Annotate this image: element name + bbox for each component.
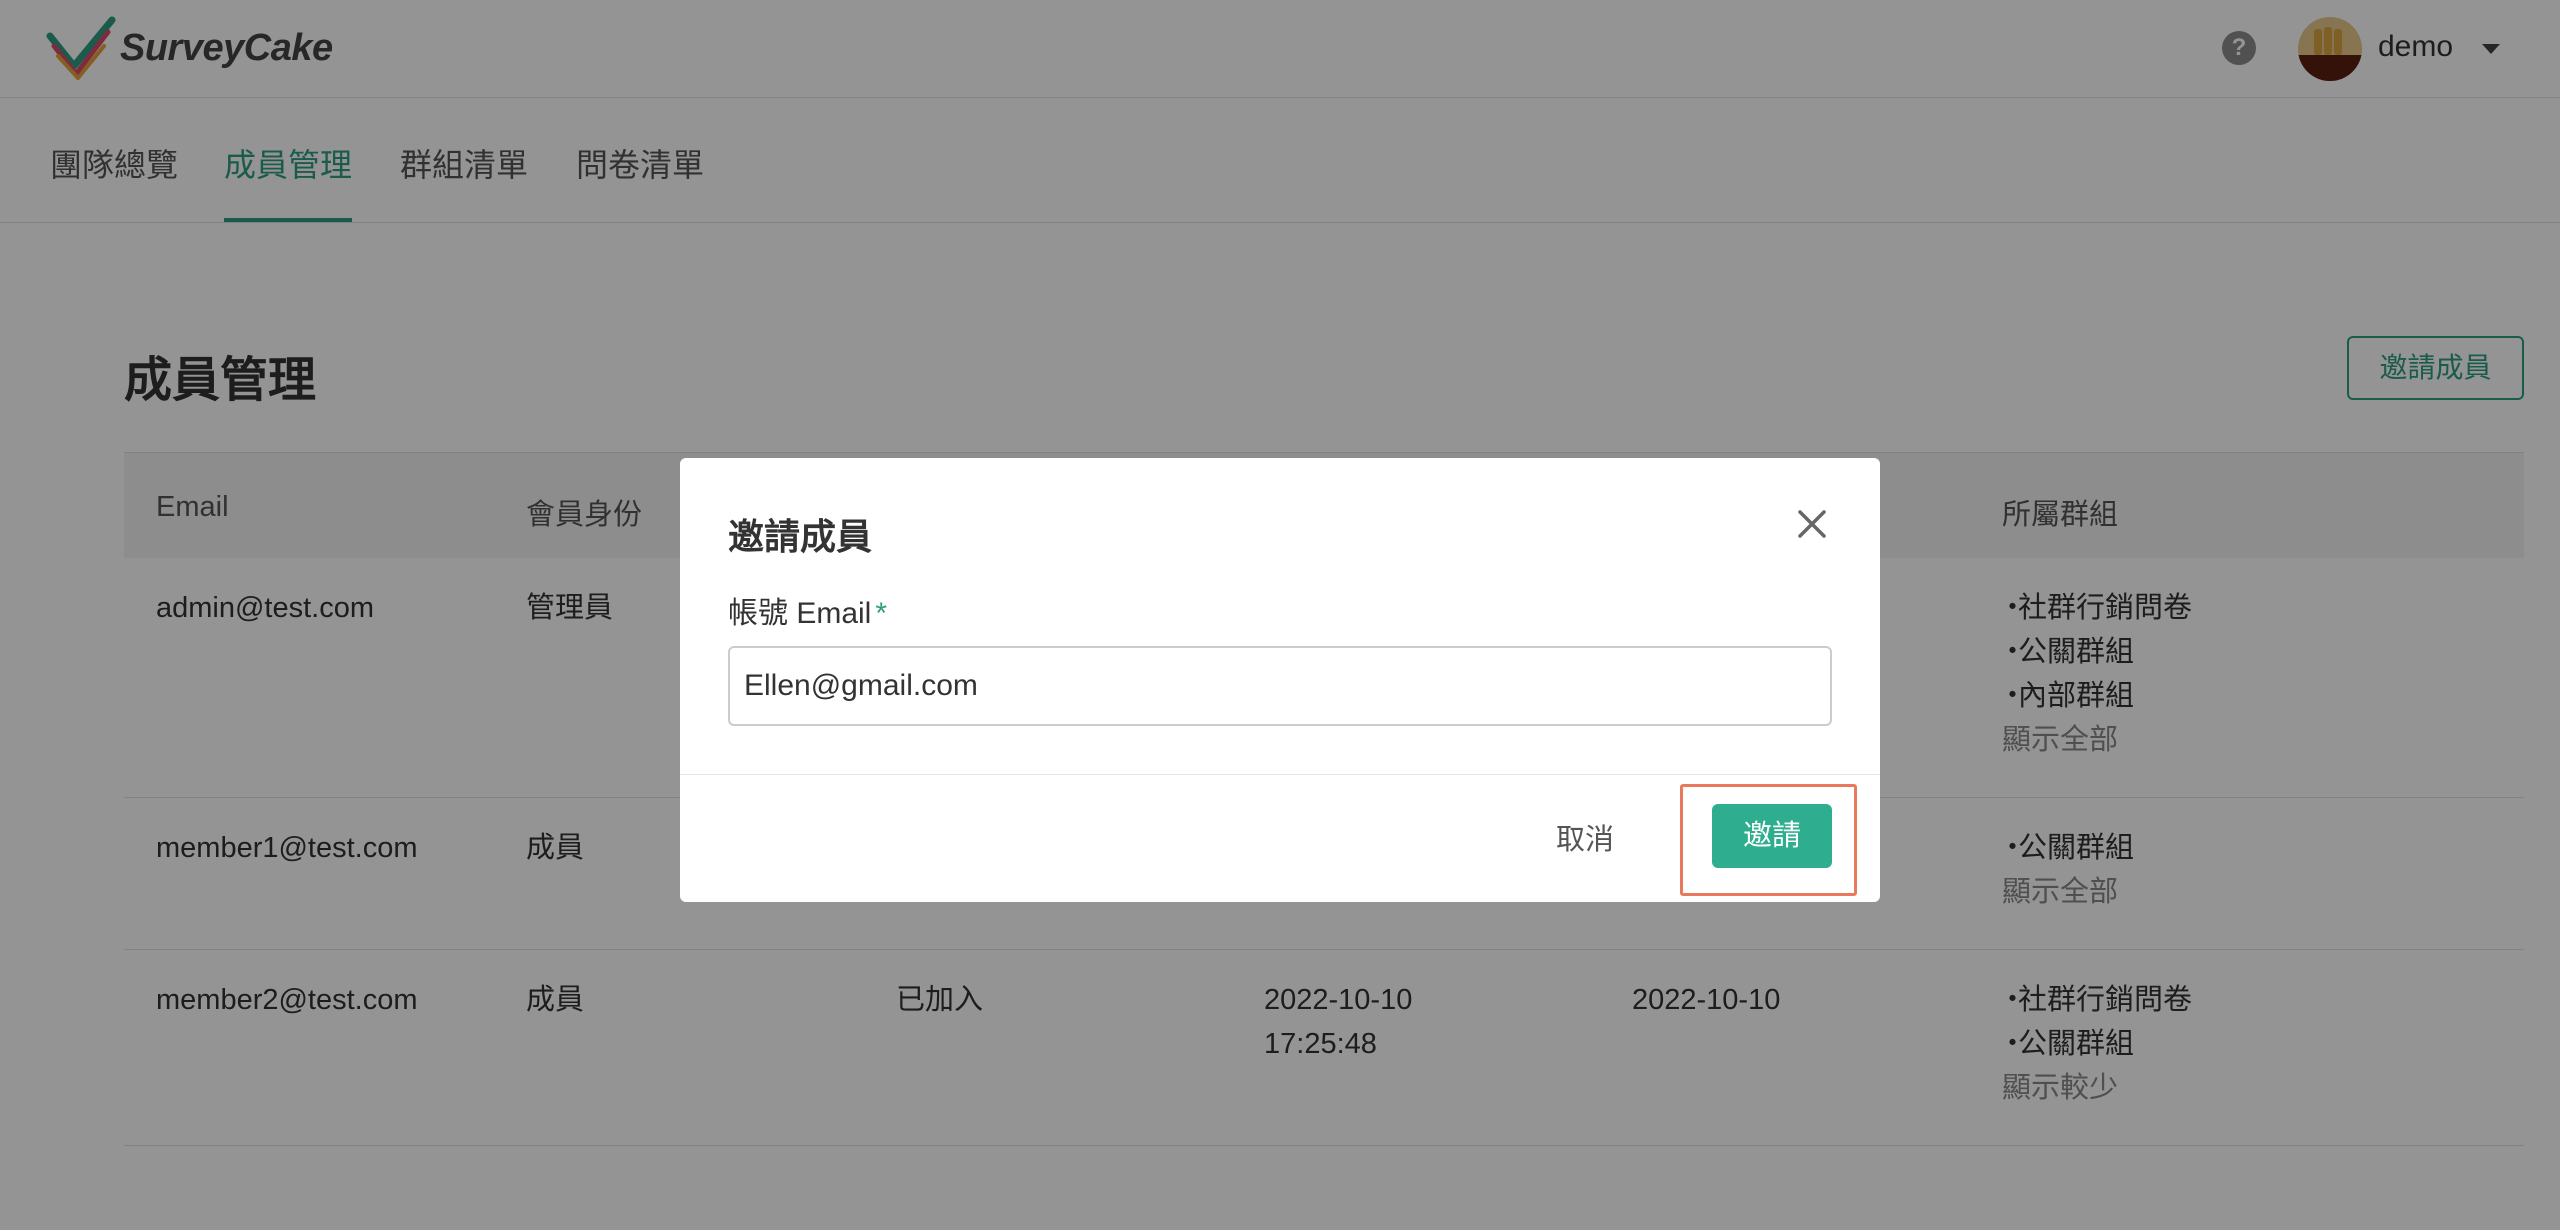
email-field[interactable]: [728, 646, 1832, 726]
dialog-divider: [680, 774, 1880, 775]
email-field-label: 帳號 Email *: [728, 588, 887, 632]
invite-button-highlight: [1680, 784, 1857, 896]
dialog-title: 邀請成員: [728, 516, 873, 557]
email-label-text: 帳號 Email: [728, 597, 872, 630]
close-icon[interactable]: [1792, 504, 1832, 544]
cancel-button[interactable]: 取消: [1556, 816, 1614, 858]
required-marker: *: [875, 597, 888, 630]
